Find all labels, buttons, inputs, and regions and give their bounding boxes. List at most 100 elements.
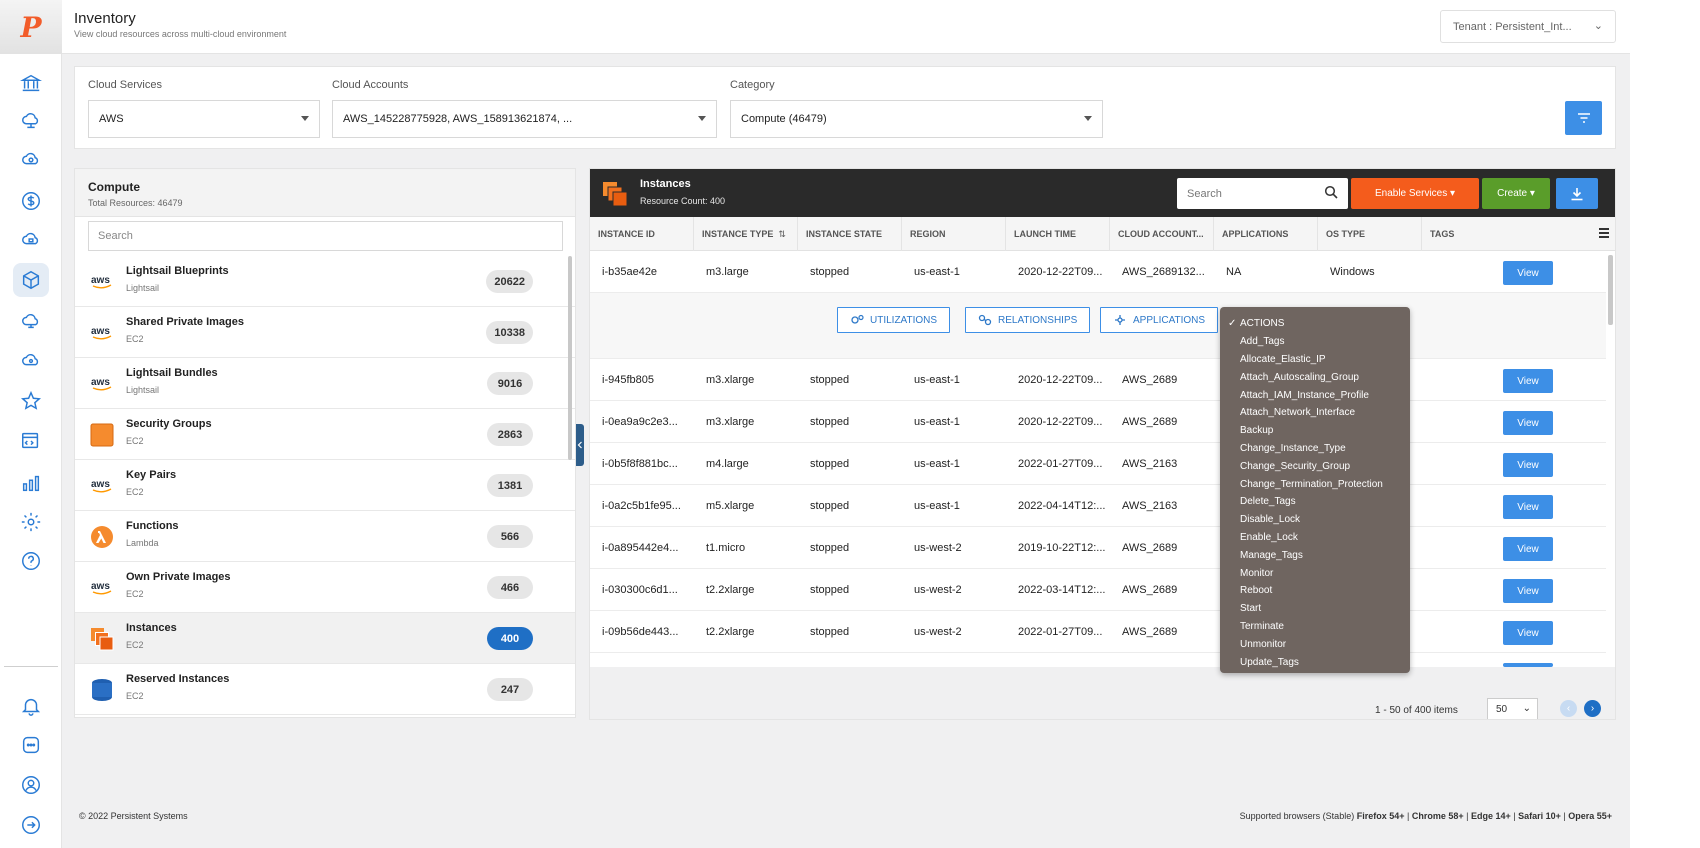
view-tags-button[interactable]: View — [1503, 411, 1553, 435]
code-editor-icon[interactable] — [13, 424, 49, 458]
resource-item[interactable]: Security Groups EC2 2863 — [75, 409, 575, 460]
chevron-down-icon: ⌄ — [1522, 703, 1531, 714]
table-cell-type: t2.2xlarge — [706, 584, 755, 596]
cloud-user-icon[interactable] — [13, 344, 49, 378]
column-header[interactable]: TAGS — [1422, 217, 1602, 251]
column-header[interactable]: REGION — [902, 217, 1006, 251]
action-menu-item[interactable]: Unmonitor — [1220, 635, 1410, 653]
action-menu-item[interactable]: Enable_Lock — [1220, 529, 1410, 547]
cloud-services-select[interactable]: AWS — [88, 100, 320, 138]
cloud-accounts-select[interactable]: AWS_145228775928, AWS_158913621874, ... — [332, 100, 717, 138]
table-row[interactable]: i-0ea9a9c2e3... m3.xlarge stopped us-east-1… — [590, 401, 1606, 443]
resource-item[interactable]: Instances EC2 400 — [75, 613, 575, 664]
column-header[interactable]: INSTANCE ID — [590, 217, 694, 251]
table-row[interactable]: i-030300c6d1... t2.2xlarge stopped us-west-… — [590, 569, 1606, 611]
table-row[interactable]: i-b35ae42e m3.large stopped us-east-1 2020-1… — [590, 251, 1606, 293]
utilizations-button[interactable]: UTILIZATIONS — [837, 307, 951, 333]
action-menu-item[interactable]: Allocate_Elastic_IP — [1220, 351, 1410, 369]
view-tags-button[interactable]: View — [1503, 495, 1553, 519]
collapse-panel-handle[interactable] — [576, 424, 584, 466]
view-tags-button[interactable]: View — [1503, 621, 1553, 645]
action-menu-item[interactable]: Change_Instance_Type — [1220, 440, 1410, 458]
dollar-icon[interactable] — [13, 184, 49, 218]
resource-item[interactable]: Reserved Instances EC2 247 — [75, 664, 575, 715]
view-tags-button[interactable]: View — [1503, 579, 1553, 603]
create-button[interactable]: Create ▾ — [1482, 178, 1550, 209]
column-header[interactable]: LAUNCH TIME — [1006, 217, 1110, 251]
action-menu-item[interactable]: Backup — [1220, 422, 1410, 440]
action-menu-item[interactable]: Update_Tags — [1220, 653, 1410, 671]
resource-item[interactable]: aws Shared Private Images EC2 10338 — [75, 307, 575, 358]
gear-icon[interactable] — [13, 505, 49, 539]
action-menu-item[interactable]: Disable_Lock — [1220, 511, 1410, 529]
action-menu-item[interactable]: Manage_Tags — [1220, 546, 1410, 564]
help-icon[interactable] — [13, 544, 49, 578]
action-menu-item[interactable]: Attach_Autoscaling_Group — [1220, 368, 1410, 386]
resource-search-input[interactable]: Search — [88, 221, 563, 251]
table-row[interactable]: i-0a895442e4... t1.micro stopped us-west-2 2… — [590, 527, 1606, 569]
tenant-dropdown[interactable]: Tenant : Persistent_Int... ⌄ — [1440, 10, 1616, 43]
analytics-icon[interactable] — [13, 466, 49, 500]
star-icon[interactable] — [13, 384, 49, 418]
instance-search-input[interactable]: Search — [1177, 178, 1348, 209]
svg-text:aws: aws — [91, 377, 110, 388]
sort-icon[interactable]: ⇅ — [778, 229, 786, 240]
action-menu-item[interactable]: Monitor — [1220, 564, 1410, 582]
download-button[interactable] — [1556, 178, 1598, 209]
table-row[interactable]: i-09b56de443... t2.2xlarge stopped us-west-… — [590, 611, 1606, 653]
bell-icon[interactable] — [13, 689, 49, 723]
resource-item[interactable]: aws Lightsail Blueprints Lightsail 20622 — [75, 256, 575, 307]
next-page-button[interactable]: › — [1584, 700, 1601, 717]
action-menu-item[interactable]: Change_Termination_Protection — [1220, 475, 1410, 493]
table-row[interactable]: i-0b5f8f881bc... m4.large stopped us-east-1… — [590, 443, 1606, 485]
action-menu-item[interactable]: Change_Security_Group — [1220, 457, 1410, 475]
resource-item[interactable]: aws Lightsail Bundles Lightsail 9016 — [75, 358, 575, 409]
action-menu-item[interactable]: Delete_Tags — [1220, 493, 1410, 511]
action-menu-item[interactable]: Reboot — [1220, 582, 1410, 600]
column-header[interactable]: CLOUD ACCOUNT... — [1110, 217, 1214, 251]
column-header[interactable]: OS TYPE — [1318, 217, 1422, 251]
action-menu-item[interactable]: Add_Tags — [1220, 333, 1410, 351]
view-tags-button[interactable]: View — [1503, 261, 1553, 285]
table-scrollbar[interactable] — [1608, 255, 1613, 325]
category-select[interactable]: Compute (46479) — [730, 100, 1103, 138]
resource-count-badge: 1381 — [487, 474, 533, 497]
cloud-network-icon[interactable] — [13, 104, 49, 138]
action-menu-item[interactable]: Attach_Network_Interface — [1220, 404, 1410, 422]
action-menu-item[interactable]: Attach_IAM_Instance_Profile — [1220, 386, 1410, 404]
column-header[interactable]: INSTANCE TYPE ⇅ — [694, 217, 798, 251]
caret-down-icon — [301, 116, 309, 121]
column-header[interactable]: INSTANCE STATE — [798, 217, 902, 251]
resource-item[interactable]: aws Own Private Images EC2 466 — [75, 562, 575, 613]
actions-header[interactable]: ✓ ACTIONS — [1220, 315, 1410, 333]
cloud-sync-icon[interactable] — [13, 142, 49, 176]
cloud-settings-icon[interactable] — [13, 304, 49, 338]
apply-filter-button[interactable] — [1565, 101, 1602, 135]
applications-button[interactable]: APPLICATIONS — [1100, 307, 1219, 333]
page-size-select[interactable]: 50 ⌄ — [1487, 698, 1538, 719]
action-menu-item[interactable]: Start — [1220, 600, 1410, 618]
action-menu-item[interactable]: Terminate — [1220, 618, 1410, 636]
view-tags-button[interactable]: View — [1503, 369, 1553, 393]
user-icon[interactable] — [13, 768, 49, 802]
logout-icon[interactable] — [13, 808, 49, 842]
chat-icon[interactable] — [13, 728, 49, 762]
resource-list-scrollbar[interactable] — [568, 256, 572, 460]
enable-services-button[interactable]: Enable Services ▾ — [1351, 178, 1479, 209]
resource-item[interactable]: Functions Lambda 566 — [75, 511, 575, 562]
view-tags-button[interactable]: View — [1503, 453, 1553, 477]
inventory-cube-icon[interactable] — [13, 263, 49, 297]
persistent-logo[interactable]: P — [0, 0, 62, 54]
column-header[interactable]: APPLICATIONS — [1214, 217, 1318, 251]
table-row[interactable]: i-945fb805 m3.xlarge stopped us-east-1 2020-… — [590, 359, 1606, 401]
table-cell-state: stopped — [810, 266, 850, 278]
table-cell-account: AWS_2689 — [1122, 374, 1178, 386]
previous-page-button[interactable]: ‹ — [1560, 700, 1577, 717]
bank-icon[interactable] — [13, 66, 49, 100]
table-row[interactable]: i-0a2c5b1fe95... m5.xlarge stopped us-east-… — [590, 485, 1606, 527]
view-tags-button[interactable]: View — [1503, 537, 1553, 561]
relationships-button[interactable]: RELATIONSHIPS — [965, 307, 1091, 333]
chevron-left-icon — [577, 441, 582, 449]
cloud-lock-icon[interactable] — [13, 222, 49, 256]
resource-item[interactable]: aws Key Pairs EC2 1381 — [75, 460, 575, 511]
